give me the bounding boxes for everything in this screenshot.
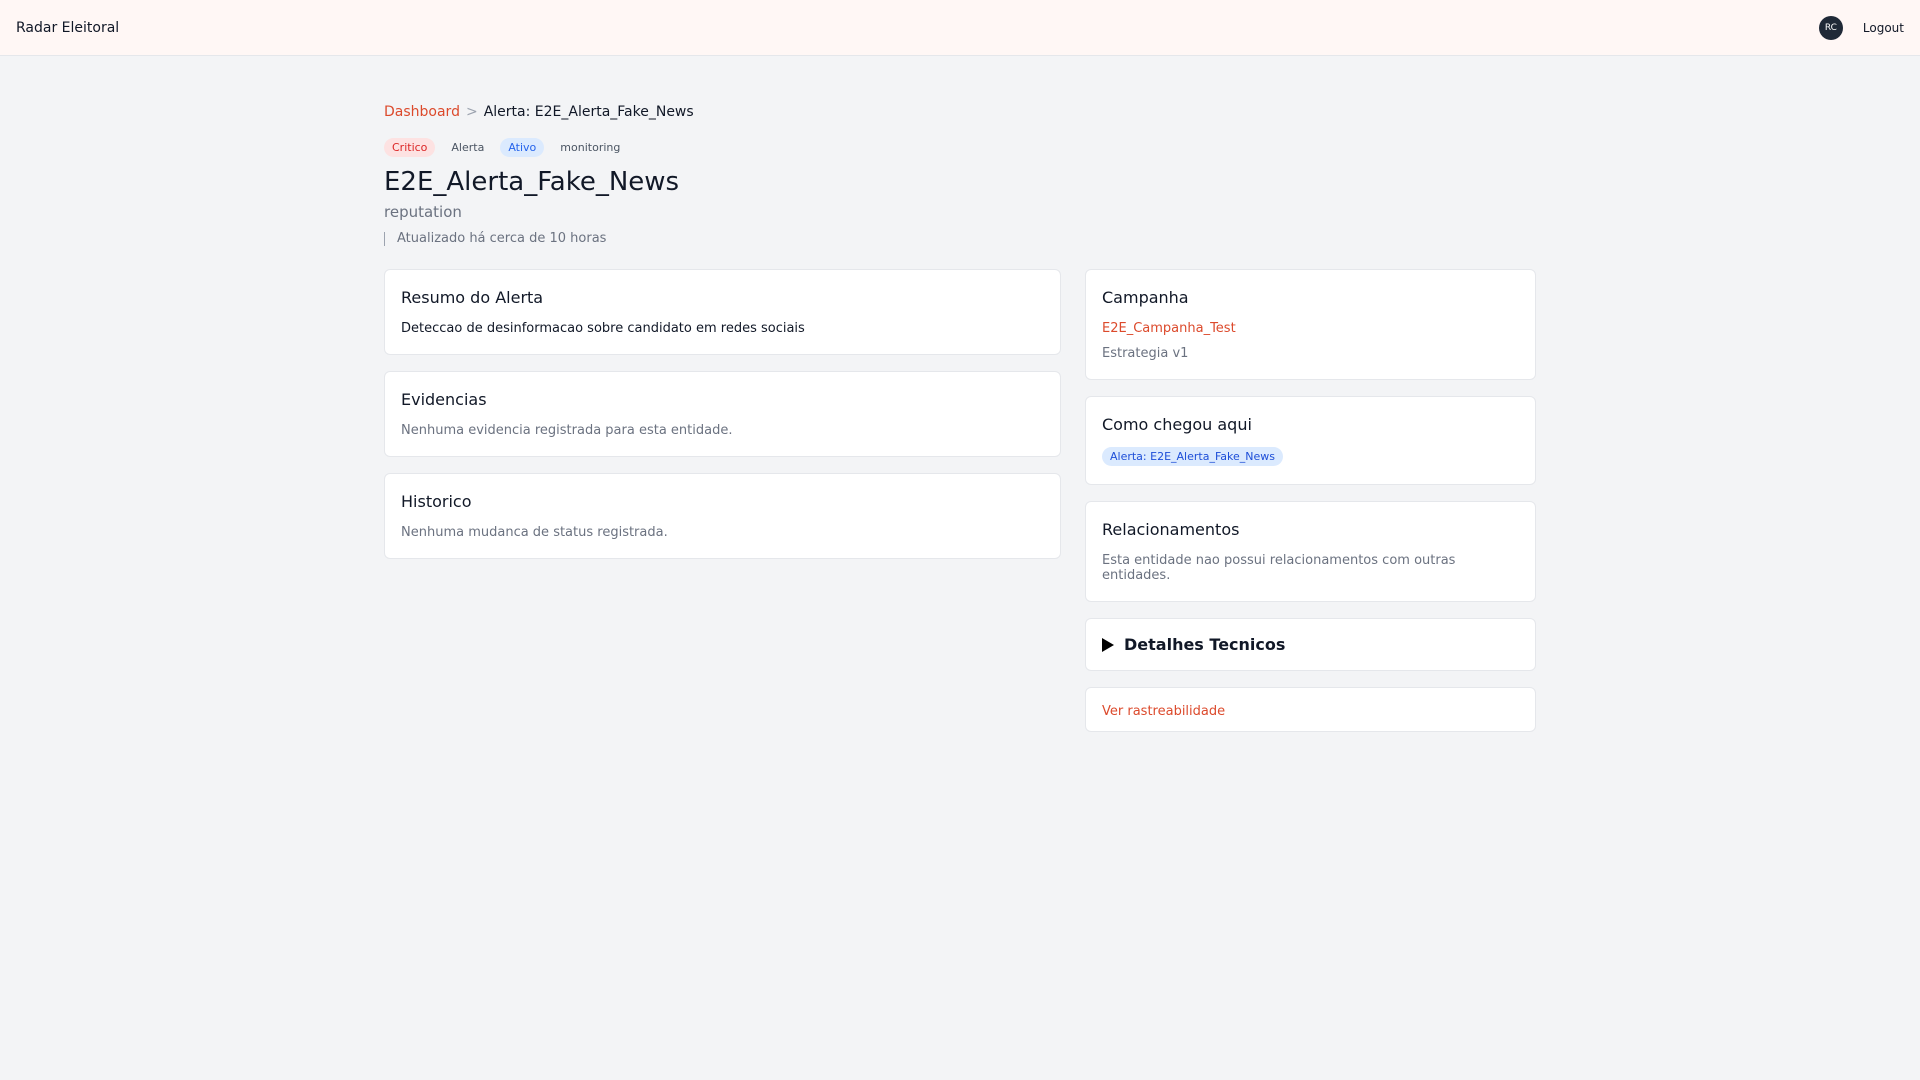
breadcrumb-separator: > — [465, 104, 478, 120]
breadcrumb-current: Alerta: E2E_Alerta_Fake_News — [483, 104, 694, 120]
caret-right-icon — [1102, 637, 1114, 652]
left-column: Resumo do Alerta Deteccao de desinformac… — [384, 269, 1061, 559]
top-navbar: Radar Eleitoral RC Logout — [0, 0, 1920, 56]
content-columns: Resumo do Alerta Deteccao de desinformac… — [384, 269, 1536, 732]
campaign-card: Campanha E2E_Campanha_Test Estrategia v1 — [1085, 269, 1536, 380]
summary-title: Resumo do Alerta — [401, 288, 544, 307]
relations-title: Relacionamentos — [1102, 520, 1240, 539]
divider — [384, 231, 385, 246]
traceability-link[interactable]: Ver rastreabilidade — [1102, 704, 1225, 719]
traceability-card: Ver rastreabilidade — [1085, 687, 1536, 732]
relations-card: Relacionamentos Esta entidade nao possui… — [1085, 501, 1536, 602]
user-avatar[interactable]: RC — [1818, 15, 1843, 40]
logout-button[interactable]: Logout — [1863, 21, 1904, 35]
breadcrumb: Dashboard > Alerta: E2E_Alerta_Fake_News — [384, 104, 1536, 120]
entity-category: reputation — [384, 203, 462, 221]
evidence-title: Evidencias — [401, 390, 487, 409]
type-badge: Alerta — [451, 140, 485, 154]
history-card: Historico Nenhuma mudanca de status regi… — [384, 473, 1061, 559]
app-brand[interactable]: Radar Eleitoral — [16, 20, 119, 36]
page-title: E2E_Alerta_Fake_News — [384, 167, 680, 197]
breadcrumb-dashboard-link[interactable]: Dashboard — [384, 104, 460, 120]
user-area: RC Logout — [1818, 15, 1904, 40]
technical-details-label: Detalhes Tecnicos — [1124, 635, 1286, 654]
campaign-link[interactable]: E2E_Campanha_Test — [1102, 321, 1519, 336]
main-content: Dashboard > Alerta: E2E_Alerta_Fake_News… — [384, 104, 1536, 732]
history-title: Historico — [401, 492, 472, 511]
updated-info: Atualizado há cerca de 10 horas — [384, 231, 1536, 246]
technical-details-toggle[interactable]: Detalhes Tecnicos — [1085, 618, 1536, 671]
evidence-empty-text: Nenhuma evidencia registrada para esta e… — [401, 423, 733, 438]
updated-text: Atualizado há cerca de 10 horas — [397, 231, 607, 246]
relations-empty-text: Esta entidade nao possui relacionamentos… — [1102, 553, 1456, 583]
entity-tags: Critico Alerta Ativo monitoring — [384, 137, 1536, 157]
origin-card: Como chegou aqui Alerta: E2E_Alerta_Fake… — [1085, 396, 1536, 485]
origin-title: Como chegou aqui — [1102, 415, 1252, 434]
status-badge: Ativo — [500, 137, 545, 157]
severity-badge: Critico — [384, 137, 436, 157]
summary-card: Resumo do Alerta Deteccao de desinformac… — [384, 269, 1061, 355]
right-column: Campanha E2E_Campanha_Test Estrategia v1… — [1085, 269, 1536, 732]
origin-chip[interactable]: Alerta: E2E_Alerta_Fake_News — [1102, 447, 1283, 466]
campaign-strategy: Estrategia v1 — [1102, 346, 1189, 361]
evidence-card: Evidencias Nenhuma evidencia registrada … — [384, 371, 1061, 457]
campaign-title: Campanha — [1102, 288, 1189, 307]
history-empty-text: Nenhuma mudanca de status registrada. — [401, 525, 668, 540]
stage-badge: monitoring — [560, 140, 621, 154]
summary-text: Deteccao de desinformacao sobre candidat… — [401, 321, 805, 336]
